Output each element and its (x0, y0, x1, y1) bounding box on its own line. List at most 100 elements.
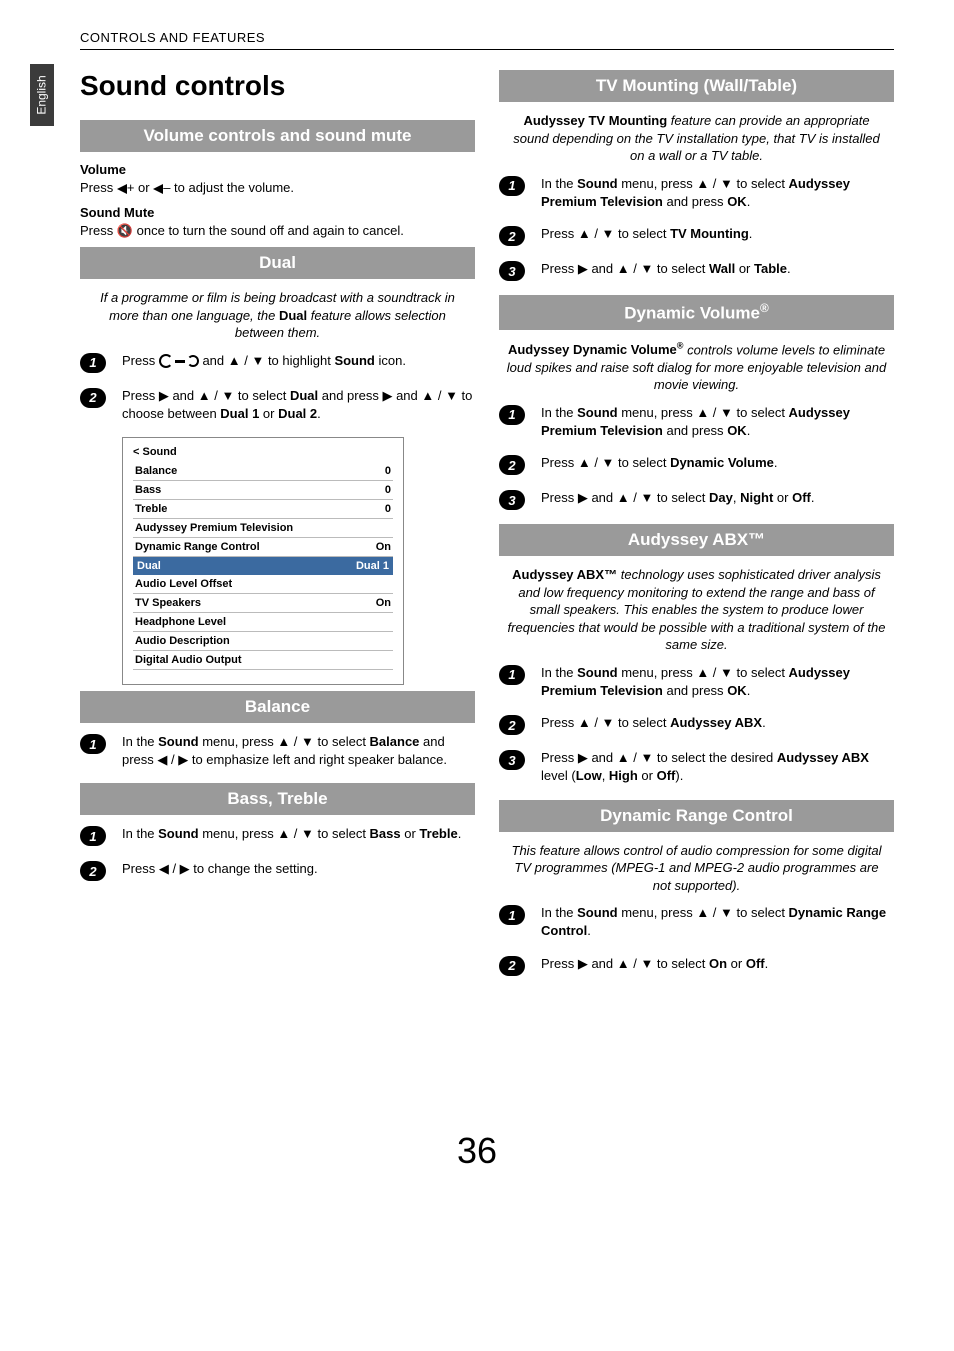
txt: TV Mounting (670, 226, 749, 241)
txt: In the (541, 405, 577, 420)
txt: . (765, 956, 769, 971)
step-number-icon: 3 (499, 750, 525, 770)
txt: menu, press ▲ / ▼ to select (618, 405, 789, 420)
txt: Day (709, 490, 733, 505)
step-number-icon: 2 (499, 715, 525, 735)
section-volume-bar: Volume controls and sound mute (80, 120, 475, 152)
txt: Off (746, 956, 765, 971)
step-text: Press ▶ and ▲ / ▼ to select Day, Night o… (541, 489, 894, 507)
txt: . (587, 923, 591, 938)
volume-icon (117, 184, 127, 194)
txt: On (709, 956, 727, 971)
menu-row: Audyssey Premium Television (133, 519, 393, 538)
dynvol-step-2: 2 Press ▲ / ▼ to select Dynamic Volume. (499, 454, 894, 475)
txt: or (735, 261, 754, 276)
txt: In the (541, 905, 577, 920)
mute-icon: 🔇 (117, 222, 133, 240)
page-number: 36 (60, 1130, 894, 1172)
txt: Low (576, 768, 602, 783)
txt: Audyssey TV Mounting (523, 113, 667, 128)
menu-row-label: Audio Level Offset (135, 578, 232, 590)
step-text: In the Sound menu, press ▲ / ▼ to select… (122, 825, 475, 843)
txt: Audyssey ABX (777, 750, 869, 765)
menu-row-value: On (376, 597, 391, 609)
txt: Press (80, 223, 117, 238)
txt: Dual (290, 388, 318, 403)
txt: or (638, 768, 657, 783)
volume-label: Volume (80, 162, 475, 177)
txt: Sound (158, 734, 198, 749)
txt: In the (541, 665, 577, 680)
txt: Press ▶ and ▲ / ▼ to select (541, 261, 709, 276)
txt: Dual (279, 308, 307, 323)
menu-row-label: Dynamic Range Control (135, 541, 260, 553)
menu-row-label: Audio Description (135, 635, 230, 647)
left-column: Sound controls Volume controls and sound… (80, 64, 475, 990)
txt: and press (663, 423, 727, 438)
txt: . (747, 423, 751, 438)
txt: menu, press ▲ / ▼ to select (618, 176, 789, 191)
mute-text: Press 🔇 once to turn the sound off and a… (80, 222, 475, 240)
menu-row-label: Balance (135, 465, 177, 477)
menu-title: < Sound (133, 446, 393, 458)
step-text: In the Sound menu, press ▲ / ▼ to select… (541, 175, 894, 211)
txt: Press ▶ and ▲ / ▼ to select (541, 956, 709, 971)
tvmounting-step-2: 2 Press ▲ / ▼ to select TV Mounting. (499, 225, 894, 246)
txt: Wall (709, 261, 735, 276)
step-text: In the Sound menu, press ▲ / ▼ to select… (122, 733, 475, 769)
basstreble-step-1: 1 In the Sound menu, press ▲ / ▼ to sele… (80, 825, 475, 846)
txt: + or (127, 180, 153, 195)
menu-row: TV SpeakersOn (133, 594, 393, 613)
dynvol-step-1: 1 In the Sound menu, press ▲ / ▼ to sele… (499, 404, 894, 440)
txt: Night (740, 490, 773, 505)
step-number-icon: 3 (499, 490, 525, 510)
section-basstreble-bar: Bass, Treble (80, 783, 475, 815)
section-dynvol-bar: Dynamic Volume® (499, 295, 894, 330)
step-text: In the Sound menu, press ▲ / ▼ to select… (541, 404, 894, 440)
menu-row-value: Dual 1 (356, 560, 389, 572)
txt: Press (122, 353, 159, 368)
txt: Sound (577, 905, 617, 920)
txt: Press ▲ / ▼ to select (541, 455, 670, 470)
step-text: Press ▶ and ▲ / ▼ to select Dual and pre… (122, 387, 475, 423)
drc-step-2: 2 Press ▶ and ▲ / ▼ to select On or Off. (499, 955, 894, 976)
dual-intro: If a programme or film is being broadcas… (86, 289, 469, 342)
txt: Bass (370, 826, 401, 841)
step-number-icon: 2 (80, 388, 106, 408)
menu-row-value: 0 (385, 484, 391, 496)
txt: OK (727, 194, 747, 209)
txt: Press ▶ and ▲ / ▼ to select (122, 388, 290, 403)
txt: . (458, 826, 462, 841)
step-text: Press ▲ / ▼ to select Audyssey ABX. (541, 714, 894, 732)
section-abx-bar: Audyssey ABX™ (499, 524, 894, 556)
txt: Press ▶ and ▲ / ▼ to select (541, 490, 709, 505)
step-number-icon: 1 (499, 665, 525, 685)
menu-row: Dynamic Range ControlOn (133, 538, 393, 557)
txt: menu, press ▲ / ▼ to select (618, 665, 789, 680)
txt: Balance (370, 734, 420, 749)
tvmounting-step-3: 3 Press ▶ and ▲ / ▼ to select Wall or Ta… (499, 260, 894, 281)
page-header: CONTROLS AND FEATURES (80, 30, 894, 50)
dynvol-step-3: 3 Press ▶ and ▲ / ▼ to select Day, Night… (499, 489, 894, 510)
txt: Press ▶ and ▲ / ▼ to select the desired (541, 750, 777, 765)
txt: Audyssey ABX (670, 715, 762, 730)
mute-label: Sound Mute (80, 205, 475, 220)
txt: and press (663, 683, 727, 698)
txt: . (762, 715, 766, 730)
txt: Off (792, 490, 811, 505)
menu-row: Balance0 (133, 462, 393, 481)
menu-row: Digital Audio Output (133, 651, 393, 670)
volume-text: Press + or – to adjust the volume. (80, 179, 475, 197)
menu-row: Audio Description (133, 632, 393, 651)
txt: Press (80, 180, 117, 195)
txt: Audyssey ABX™ (512, 567, 617, 582)
txt: level ( (541, 768, 576, 783)
step-number-icon: 1 (499, 176, 525, 196)
txt: . (747, 194, 751, 209)
section-balance-bar: Balance (80, 691, 475, 723)
menu-row: Treble0 (133, 500, 393, 519)
txt: Dual 1 (220, 406, 259, 421)
txt: OK (727, 683, 747, 698)
step-number-icon: 2 (499, 226, 525, 246)
step-text: Press ▶ and ▲ / ▼ to select On or Off. (541, 955, 894, 973)
